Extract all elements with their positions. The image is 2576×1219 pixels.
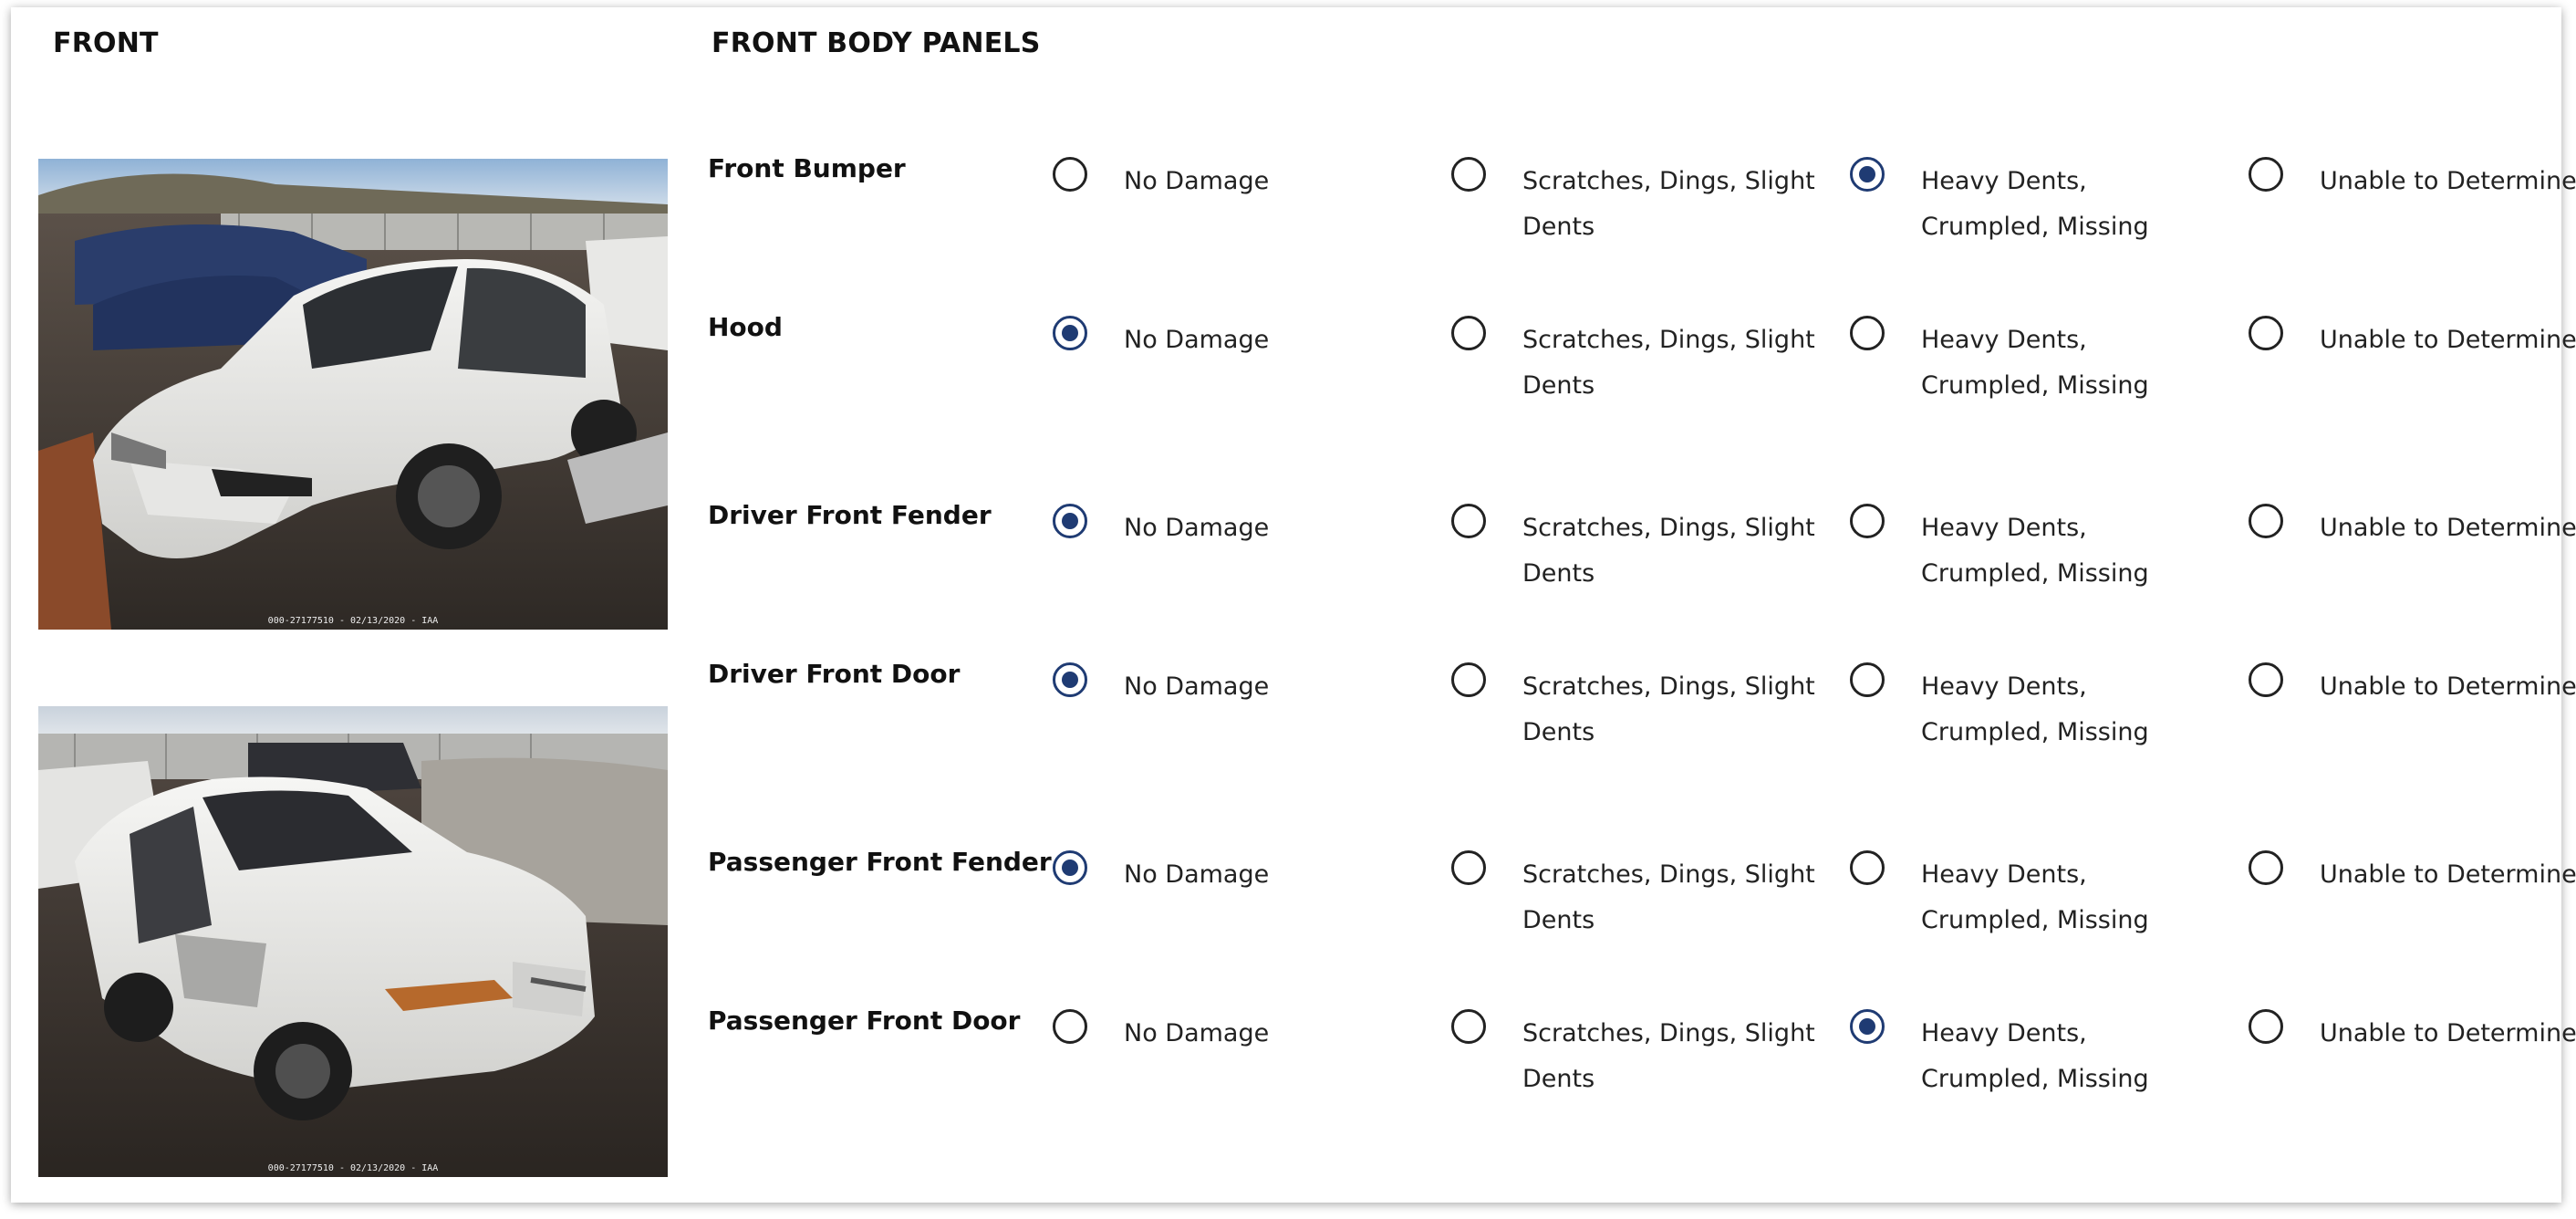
- option-label: No Damage: [1124, 1019, 1270, 1047]
- front-body-panels-title: FRONT BODY PANELS: [712, 27, 1041, 59]
- radio-button[interactable]: [1850, 850, 1885, 885]
- radio-button[interactable]: [1850, 316, 1885, 350]
- radio-button[interactable]: [2249, 662, 2283, 697]
- vehicle-image-2: [38, 706, 668, 1177]
- panel-label: Driver Front Door: [708, 659, 961, 689]
- panel-label: Passenger Front Fender: [708, 847, 1052, 877]
- option-label: No Damage: [1124, 167, 1270, 195]
- option-label: Scratches, Dings, Slight Dents: [1522, 326, 1815, 400]
- radio-button[interactable]: [1053, 504, 1087, 538]
- panel-label: Driver Front Fender: [708, 500, 992, 530]
- radio-button[interactable]: [1850, 662, 1885, 697]
- radio-button[interactable]: [1451, 504, 1486, 538]
- radio-button[interactable]: [2249, 316, 2283, 350]
- panel-row-driver-front-door: Driver Front Door No Damage Scratches, D…: [708, 659, 2576, 768]
- panel-row-hood: Hood No Damage Scratches, Dings, Slight …: [708, 312, 2576, 422]
- radio-button[interactable]: [1451, 662, 1486, 697]
- vehicle-photo-front-driver: 000-27177510 - 02/13/2020 - IAA: [38, 159, 668, 630]
- option-label: Scratches, Dings, Slight Dents: [1522, 167, 1815, 241]
- option-label: Scratches, Dings, Slight Dents: [1522, 514, 1815, 588]
- vehicle-image-1: [38, 159, 668, 630]
- radio-button[interactable]: [1053, 316, 1087, 350]
- option-label: Scratches, Dings, Slight Dents: [1522, 672, 1815, 746]
- panel-row-passenger-front-door: Passenger Front Door No Damage Scratches…: [708, 1005, 2576, 1115]
- panel-row-front-bumper: Front Bumper No Damage Scratches, Dings,…: [708, 153, 2576, 263]
- radio-button[interactable]: [1451, 850, 1486, 885]
- radio-button[interactable]: [1451, 316, 1486, 350]
- radio-button[interactable]: [1053, 1009, 1087, 1044]
- option-label: Scratches, Dings, Slight Dents: [1522, 860, 1815, 934]
- option-label: Unable to Determine: [2320, 167, 2576, 195]
- radio-button[interactable]: [2249, 1009, 2283, 1044]
- option-label: No Damage: [1124, 326, 1270, 354]
- vehicle-photo-front-passenger: 000-27177510 - 02/13/2020 - IAA: [38, 706, 668, 1177]
- radio-button[interactable]: [1053, 157, 1087, 192]
- option-label: Heavy Dents, Crumpled, Missing: [1921, 1019, 2149, 1093]
- radio-button[interactable]: [2249, 504, 2283, 538]
- damage-assessment-card: FRONT FRONT BODY PANELS 000-27177510 - 0…: [11, 7, 2576, 1203]
- option-label: No Damage: [1124, 860, 1270, 889]
- option-label: Heavy Dents, Crumpled, Missing: [1921, 672, 2149, 746]
- option-label: Scratches, Dings, Slight Dents: [1522, 1019, 1815, 1093]
- option-label: No Damage: [1124, 514, 1270, 542]
- option-label: Unable to Determine: [2320, 1019, 2576, 1047]
- radio-button[interactable]: [1850, 157, 1885, 192]
- radio-button[interactable]: [1451, 157, 1486, 192]
- front-section-title: FRONT: [53, 27, 159, 59]
- radio-button[interactable]: [1053, 850, 1087, 885]
- option-label: No Damage: [1124, 672, 1270, 701]
- option-label: Heavy Dents, Crumpled, Missing: [1921, 514, 2149, 588]
- option-label: Unable to Determine: [2320, 326, 2576, 354]
- option-label: Unable to Determine: [2320, 514, 2576, 542]
- option-label: Heavy Dents, Crumpled, Missing: [1921, 326, 2149, 400]
- radio-button[interactable]: [1850, 504, 1885, 538]
- panel-label: Front Bumper: [708, 153, 906, 183]
- photo-caption: 000-27177510 - 02/13/2020 - IAA: [267, 616, 439, 626]
- panel-label: Passenger Front Door: [708, 1005, 1021, 1036]
- option-label: Heavy Dents, Crumpled, Missing: [1921, 860, 2149, 934]
- option-label: Unable to Determine: [2320, 860, 2576, 889]
- panel-row-passenger-front-fender: Passenger Front Fender No Damage Scratch…: [708, 847, 2576, 956]
- radio-button[interactable]: [1053, 662, 1087, 697]
- radio-button[interactable]: [2249, 850, 2283, 885]
- photo-caption: 000-27177510 - 02/13/2020 - IAA: [267, 1163, 439, 1173]
- option-label: Heavy Dents, Crumpled, Missing: [1921, 167, 2149, 241]
- radio-button[interactable]: [2249, 157, 2283, 192]
- radio-button[interactable]: [1850, 1009, 1885, 1044]
- panel-label: Hood: [708, 312, 783, 342]
- panel-row-driver-front-fender: Driver Front Fender No Damage Scratches,…: [708, 500, 2576, 610]
- radio-button[interactable]: [1451, 1009, 1486, 1044]
- option-label: Unable to Determine: [2320, 672, 2576, 701]
